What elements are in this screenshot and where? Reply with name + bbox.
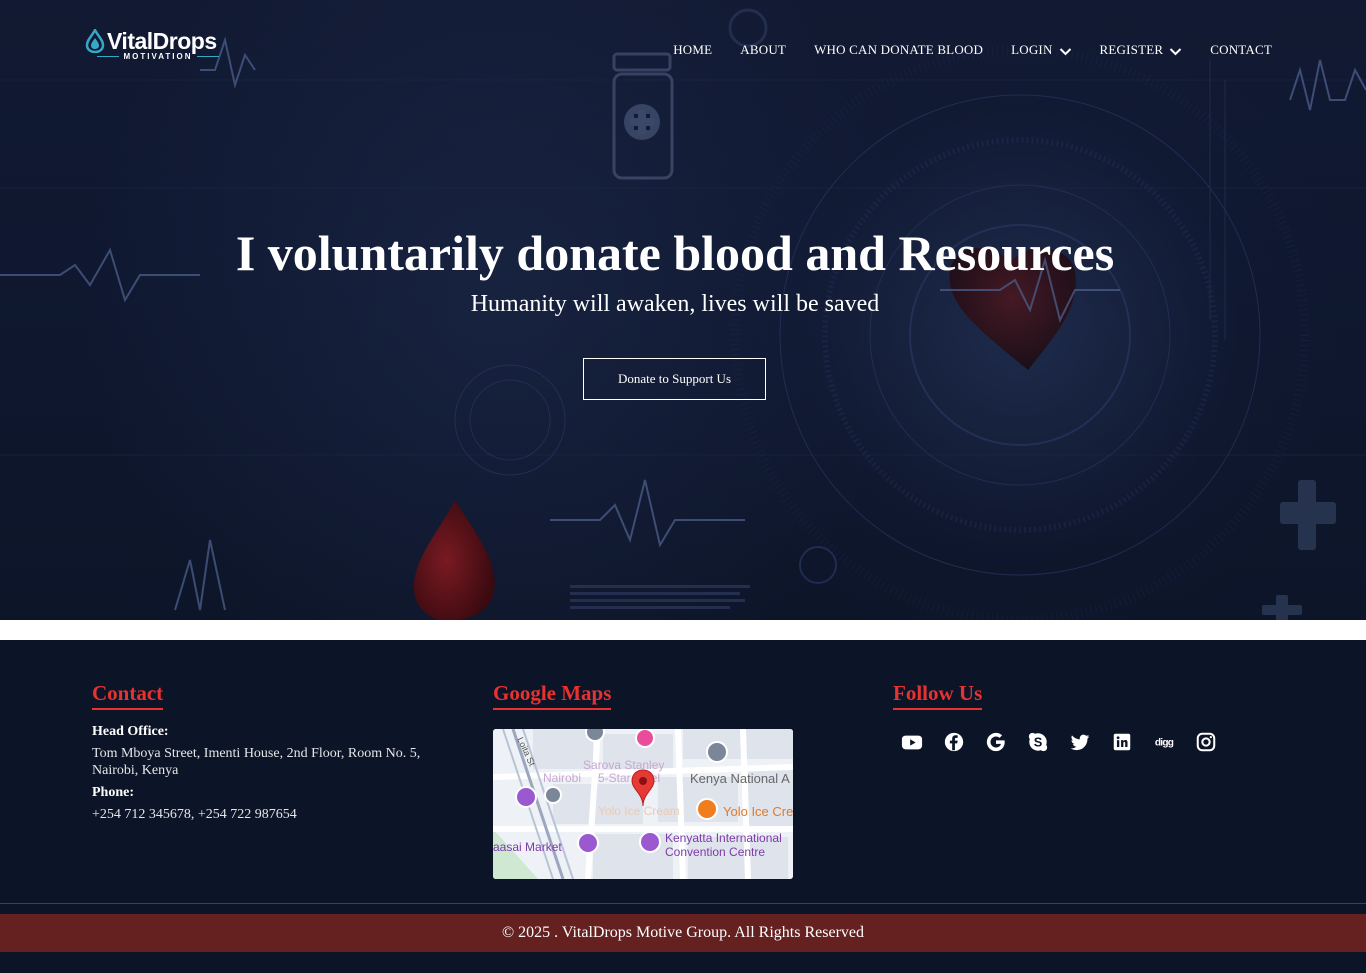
brand-name: VitalDrops	[107, 28, 217, 54]
skype-icon[interactable]: S	[1022, 730, 1054, 754]
main-nav: HOME ABOUT WHO CAN DONATE BLOOD LOGIN RE…	[673, 40, 1272, 60]
map-label-yolo-faint: Yolo Ice Cream	[598, 804, 680, 818]
chevron-down-icon	[1059, 47, 1071, 55]
digg-icon[interactable]: digg	[1148, 730, 1180, 754]
facebook-icon[interactable]	[938, 730, 970, 754]
nav-contact[interactable]: CONTACT	[1210, 40, 1272, 60]
map-label-market: aasai Market	[493, 840, 562, 854]
nav-who-can-donate-label: WHO CAN DONATE BLOOD	[814, 42, 984, 57]
hero-title: I voluntarily donate blood and Resources	[235, 225, 1115, 281]
svg-text:digg: digg	[1155, 738, 1174, 749]
nav-contact-label: CONTACT	[1210, 42, 1272, 57]
brand-tagline: MOTIVATION	[93, 52, 223, 62]
nav-login[interactable]: LOGIN	[1011, 40, 1071, 60]
social-links: S digg	[896, 730, 1232, 754]
phone-label: Phone:	[92, 785, 134, 800]
google-icon[interactable]	[980, 730, 1012, 754]
nav-home-label: HOME	[673, 42, 713, 57]
footer-divider	[0, 903, 1366, 904]
hero-subtitle: Humanity will awaken, lives will be save…	[470, 291, 880, 317]
phone-text: +254 712 345678, +254 722 987654	[92, 807, 297, 822]
contact-details: Head Office: Tom Mboya Street, Imenti Ho…	[92, 723, 452, 828]
section-divider	[0, 620, 1366, 640]
google-map-embed[interactable]: Loita St Sarova Stanley Nairobi 5-Star h…	[493, 729, 793, 879]
nav-register-label: REGISTER	[1099, 42, 1164, 57]
map-canvas: Loita St Sarova Stanley Nairobi 5-Star h…	[493, 729, 793, 879]
donate-button[interactable]: Donate to Support Us	[583, 358, 766, 400]
nav-about-label: ABOUT	[740, 42, 787, 57]
address-text: Tom Mboya Street, Imenti House, 2nd Floo…	[92, 746, 421, 778]
youtube-icon[interactable]	[896, 730, 928, 754]
hero-section: VitalDrops MOTIVATION HOME ABOUT WHO CAN…	[0, 0, 1366, 620]
map-label-yolo: Yolo Ice Cre	[723, 804, 793, 819]
map-label-museum: Kenya National A	[690, 771, 790, 786]
map-label-kicc-2: Convention Centre	[665, 845, 765, 859]
contact-heading: Contact	[92, 680, 164, 710]
drop-logo-icon	[85, 29, 105, 53]
nav-who-can-donate[interactable]: WHO CAN DONATE BLOOD	[814, 40, 983, 60]
chevron-down-icon	[1170, 47, 1182, 55]
nav-login-label: LOGIN	[1011, 42, 1053, 57]
maps-heading: Google Maps	[493, 680, 612, 710]
map-label-hotel: Sarova Stanley	[583, 758, 664, 772]
nav-home[interactable]: HOME	[673, 40, 712, 60]
site-footer: Contact Head Office: Tom Mboya Street, I…	[0, 640, 1366, 973]
map-label-kicc-1: Kenyatta International	[665, 831, 782, 845]
linkedin-icon[interactable]	[1106, 730, 1138, 754]
instagram-icon[interactable]	[1190, 730, 1222, 754]
nav-about[interactable]: ABOUT	[740, 40, 786, 60]
map-label-nairobi: Nairobi	[543, 771, 581, 785]
twitter-icon[interactable]	[1064, 730, 1096, 754]
copyright-bar: © 2025 . VitalDrops Motive Group. All Ri…	[0, 914, 1366, 952]
svg-text:S: S	[1034, 735, 1043, 750]
head-office-label: Head Office:	[92, 724, 169, 739]
brand-logo[interactable]: VitalDrops MOTIVATION	[85, 27, 235, 63]
follow-heading: Follow Us	[893, 680, 983, 710]
nav-register[interactable]: REGISTER	[1100, 40, 1183, 60]
